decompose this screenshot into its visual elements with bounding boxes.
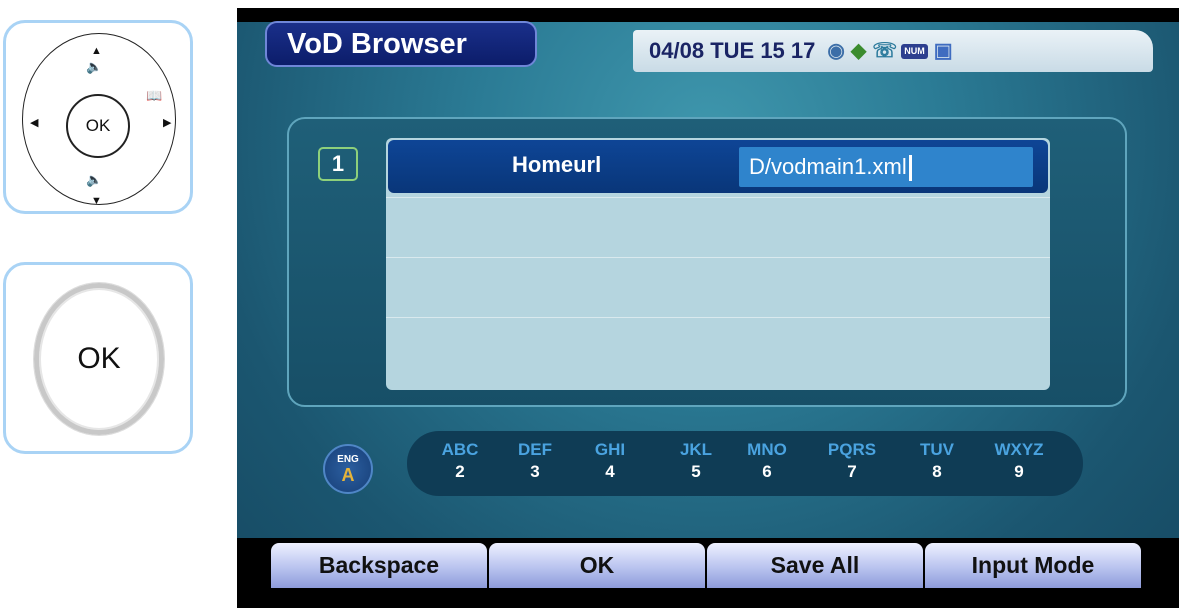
- selected-row-highlight[interactable]: Homeurl D/vodmain1.xml: [388, 140, 1048, 193]
- remote-dpad-panel: ▲ 🔈 ▼ 🔈 ◀ ▶ 📖 OK: [3, 20, 193, 214]
- down-arrow-icon[interactable]: ▼: [91, 196, 102, 207]
- list-item[interactable]: [386, 198, 1050, 258]
- input-language-badge[interactable]: ENG A: [323, 444, 373, 494]
- status-hour: 15: [760, 38, 785, 63]
- up-arrow-icon[interactable]: ▲: [91, 46, 102, 57]
- settings-list-panel: 1 Homeurl D/vodmain1.xml: [287, 117, 1127, 407]
- status-day: TUE: [710, 38, 755, 63]
- key-9: WXYZ 9: [994, 440, 1044, 481]
- page-title: VoD Browser: [265, 21, 537, 67]
- list-item[interactable]: Homeurl D/vodmain1.xml: [386, 138, 1050, 198]
- key-7: PQRS 7: [827, 440, 877, 481]
- dpad-ok-button[interactable]: OK: [66, 94, 130, 158]
- status-bar: 04/08 TUE 15 17 ◉ ◆ ☏ NUM ▣: [633, 30, 1153, 72]
- network-icon: ◆: [850, 40, 867, 62]
- key-2: ABC 2: [441, 440, 479, 481]
- globe-icon: ◉: [827, 40, 845, 62]
- left-arrow-icon[interactable]: ◀: [30, 118, 38, 129]
- text-cursor: [908, 155, 912, 182]
- ok-button[interactable]: OK: [34, 283, 164, 435]
- row-number-badge: 1: [318, 147, 358, 181]
- row-label: Homeurl: [512, 152, 602, 177]
- key-4: GHI 4: [594, 440, 626, 481]
- input-mode-button[interactable]: Input Mode: [925, 543, 1141, 588]
- save-all-button[interactable]: Save All: [707, 543, 923, 588]
- softkey-bar: Backspace OK Save All Input Mode: [237, 538, 1179, 608]
- key-8: TUV 8: [920, 440, 954, 481]
- backspace-button[interactable]: Backspace: [271, 543, 487, 588]
- input-language-label: ENG: [337, 454, 359, 465]
- status-minute: 17: [790, 38, 816, 63]
- phone-icon: ☏: [872, 40, 898, 62]
- input-letter-label: A: [341, 465, 355, 485]
- list-item[interactable]: [386, 258, 1050, 318]
- remote-ok-panel: OK: [3, 262, 193, 454]
- keypad-legend: ABC 2 DEF 3 GHI 4 JKL 5 MNO 6 PQRS 7 TUV 8 WXYZ…: [407, 431, 1083, 496]
- volume-down-icon: 🔈: [86, 172, 103, 187]
- ok-softkey-button[interactable]: OK: [489, 543, 705, 588]
- settings-list: Homeurl D/vodmain1.xml: [386, 138, 1050, 390]
- key-6: MNO 6: [747, 440, 787, 481]
- key-3: DEF 3: [518, 440, 552, 481]
- list-item[interactable]: [386, 318, 1050, 378]
- right-arrow-icon[interactable]: ▶: [163, 118, 171, 129]
- key-5: JKL 5: [679, 440, 713, 481]
- tv-screen: VoD Browser 04/08 TUE 15 17 ◉ ◆ ☏ NUM ▣ …: [237, 8, 1179, 608]
- num-icon: NUM: [901, 43, 928, 59]
- book-icon: 📖: [146, 88, 163, 103]
- homeurl-value: D/vodmain1.xml: [749, 154, 907, 179]
- pc-icon: ▣: [933, 40, 953, 62]
- homeurl-input[interactable]: D/vodmain1.xml: [739, 147, 1033, 187]
- status-date: 04/08: [649, 38, 705, 63]
- volume-up-icon: 🔈: [86, 59, 103, 74]
